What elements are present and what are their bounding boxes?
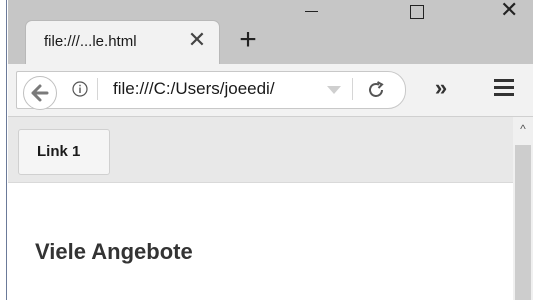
- hamburger-menu-icon[interactable]: [494, 77, 518, 99]
- url-separator: [352, 78, 353, 100]
- maximize-icon: [410, 5, 424, 19]
- url-separator: [97, 78, 98, 100]
- back-button[interactable]: [23, 76, 57, 110]
- back-arrow-icon: [31, 84, 49, 102]
- minimize-icon: [305, 11, 318, 12]
- toolbar-overflow-button[interactable]: »: [426, 73, 456, 103]
- window-border: [6, 0, 7, 300]
- window-close-button[interactable]: ✕: [486, 0, 532, 30]
- tab-title: file:///...le.html: [44, 33, 137, 50]
- url-dropdown-icon[interactable]: [327, 86, 341, 94]
- reload-icon[interactable]: [365, 79, 387, 101]
- nav-toolbar: file:///C:/Users/joeedi/ »: [8, 64, 533, 117]
- tab-active[interactable]: file:///...le.html ✕: [26, 21, 219, 64]
- browser-window: file:///...le.html ✕ + ✕ file:///C:/User…: [0, 0, 533, 300]
- menu-bar-line: [494, 79, 514, 82]
- tab-strip: file:///...le.html ✕ + ✕: [8, 0, 533, 64]
- page-nav: Link 1: [8, 117, 513, 183]
- vertical-scrollbar[interactable]: ^: [513, 117, 533, 300]
- new-tab-button[interactable]: +: [234, 25, 262, 55]
- close-icon: ✕: [500, 0, 519, 22]
- link-1-button[interactable]: Link 1: [18, 129, 110, 175]
- window-maximize-button[interactable]: [392, 0, 438, 30]
- url-bar[interactable]: file:///C:/Users/joeedi/: [16, 71, 406, 110]
- menu-bar-line: [494, 93, 514, 96]
- page-content: Link 1 Viele Angebote: [8, 117, 513, 300]
- window-minimize-button[interactable]: [288, 0, 334, 30]
- scroll-up-icon[interactable]: ^: [513, 117, 533, 139]
- info-icon[interactable]: [72, 81, 88, 97]
- menu-bar-line: [494, 86, 514, 89]
- tab-close-icon[interactable]: ✕: [186, 29, 208, 51]
- scroll-thumb[interactable]: [515, 145, 531, 300]
- window-left-edge: [0, 0, 8, 300]
- url-text[interactable]: file:///C:/Users/joeedi/: [113, 79, 275, 99]
- page-heading: Viele Angebote: [35, 239, 193, 264]
